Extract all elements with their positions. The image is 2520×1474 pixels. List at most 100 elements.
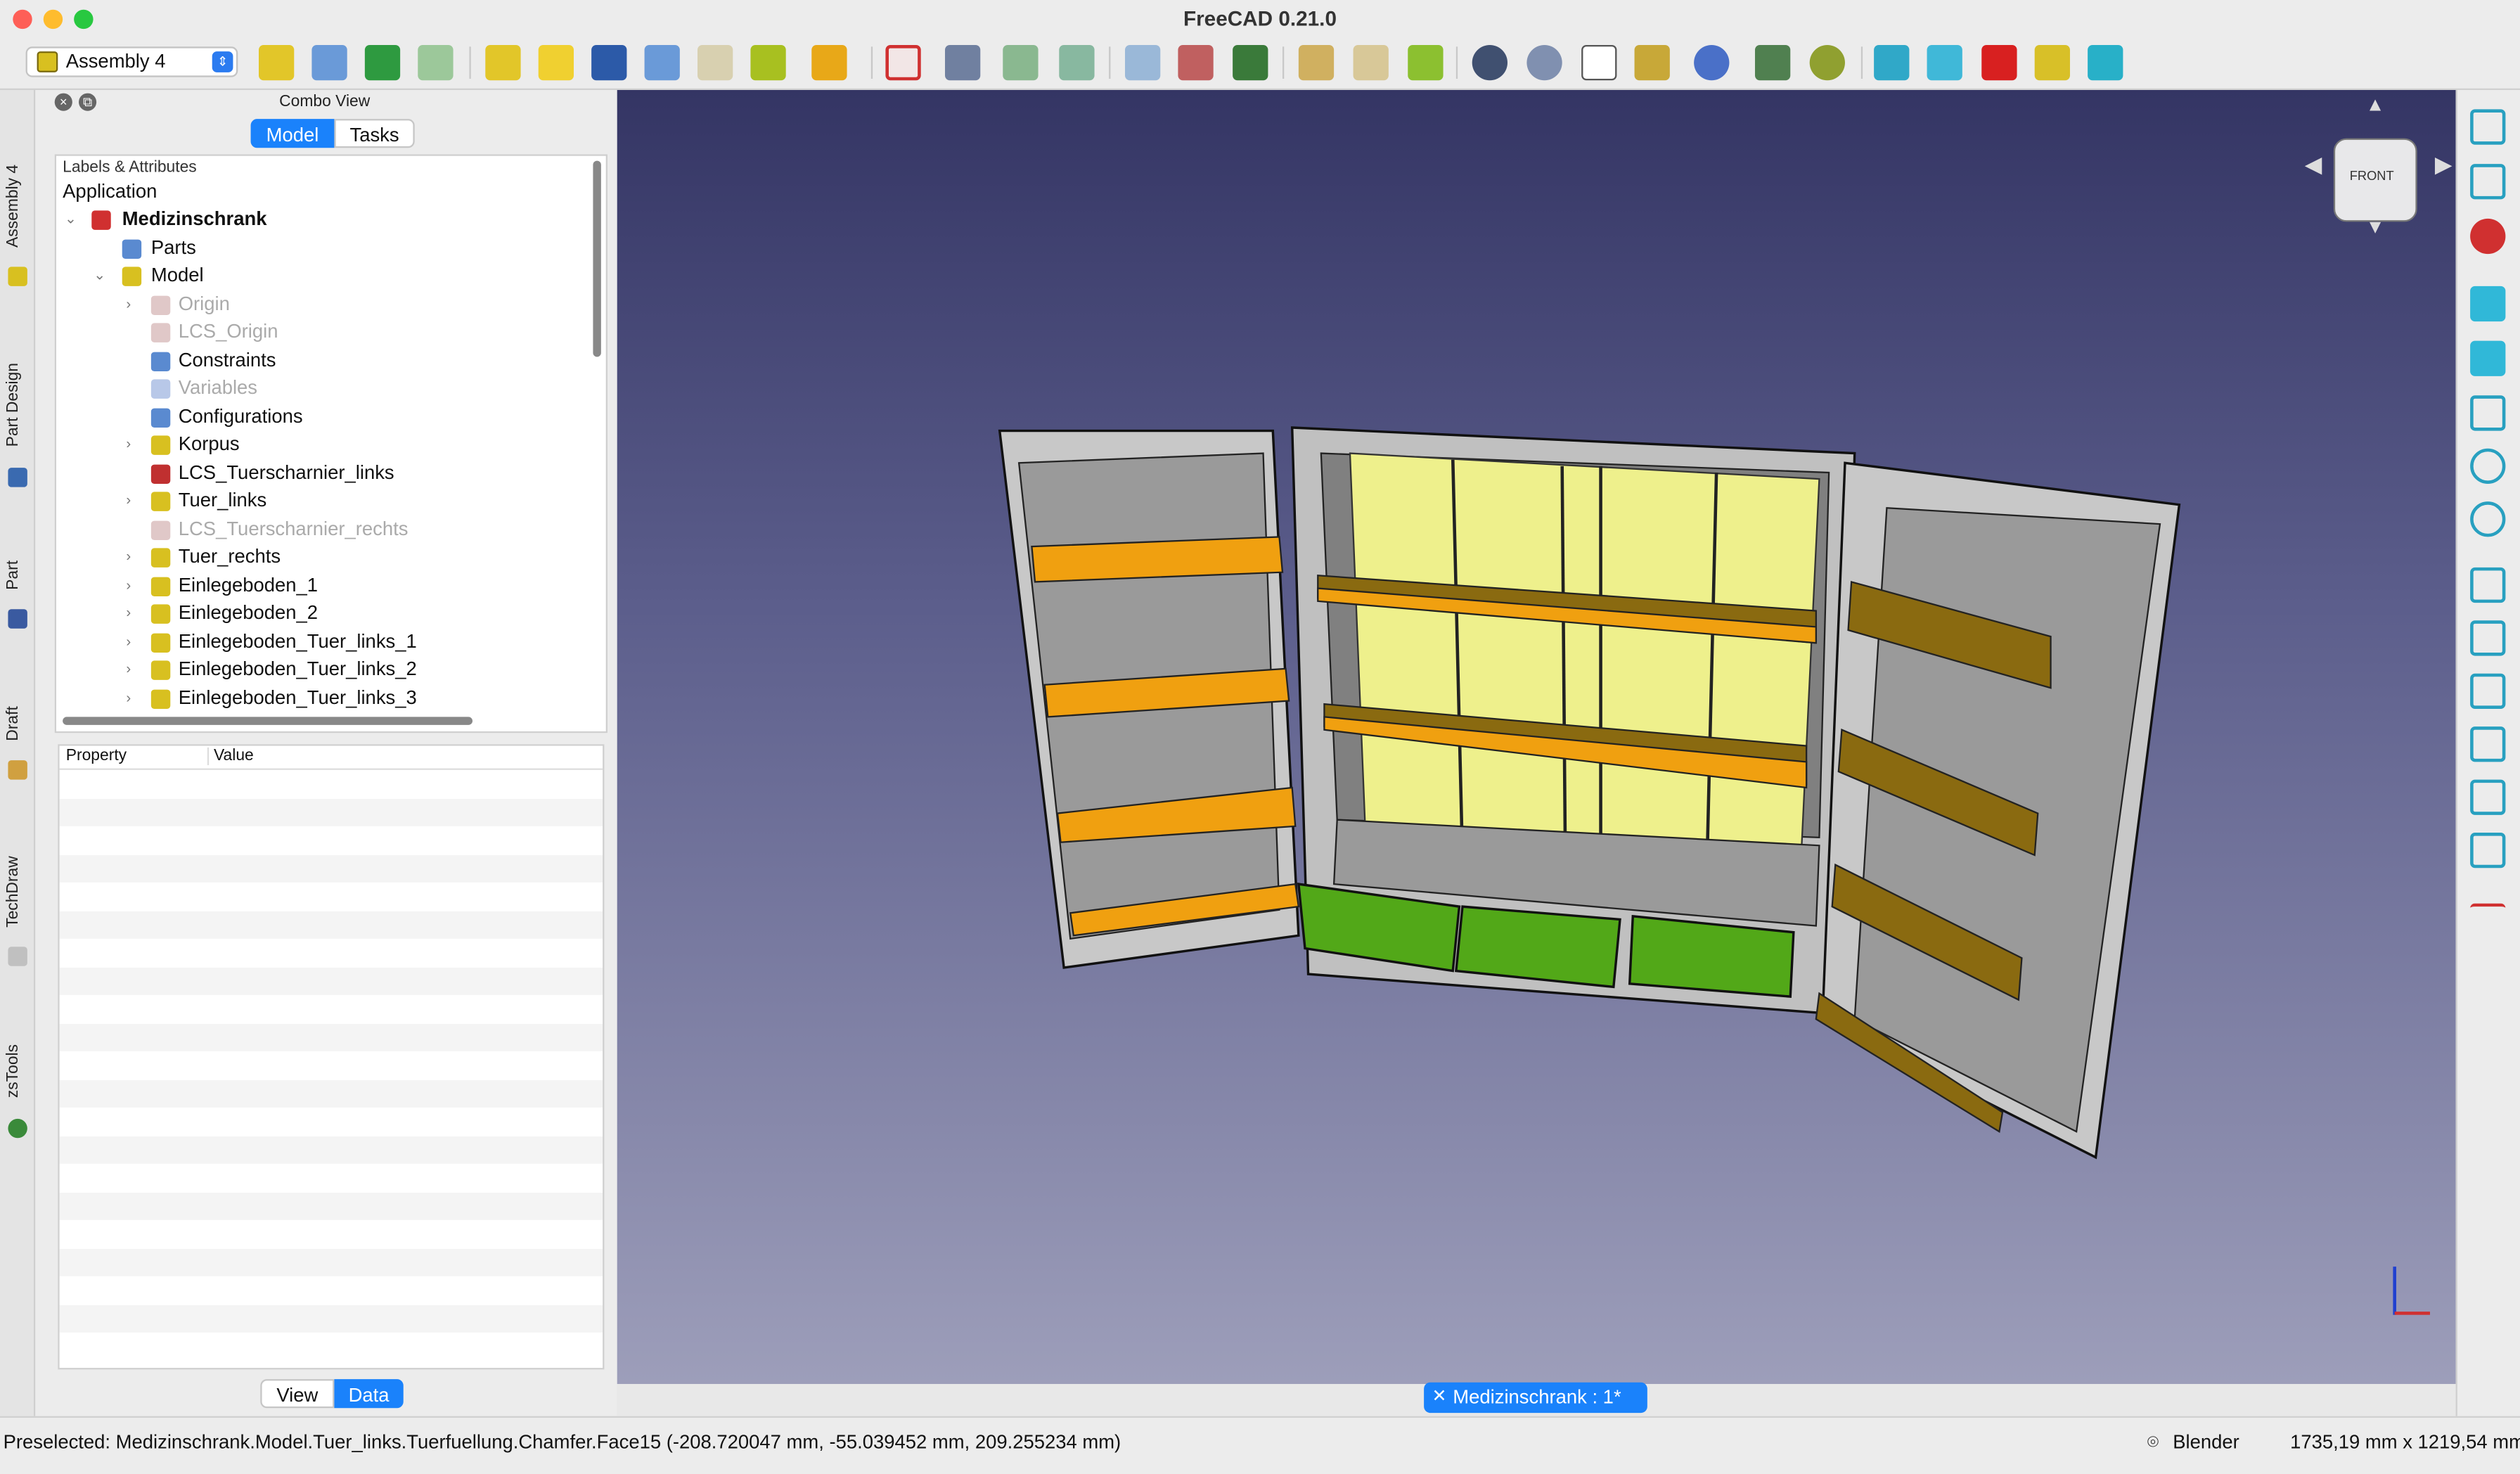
- float-icon[interactable]: ⧉: [78, 93, 97, 111]
- lcs-icon: [150, 464, 171, 484]
- tree-vertical-scrollbar[interactable]: [593, 160, 601, 357]
- view-trimetric-icon[interactable]: [2470, 501, 2506, 537]
- insert-link-icon[interactable]: [364, 44, 401, 81]
- mirror-icon[interactable]: [1298, 44, 1335, 81]
- close-window-button[interactable]: [13, 9, 32, 30]
- new-part-icon[interactable]: [485, 44, 521, 81]
- parts-list-icon[interactable]: [1581, 44, 1617, 81]
- tree-item-variables[interactable]: Variables: [56, 375, 590, 402]
- tree-item-einlegeboden-tuer-links-1[interactable]: › Einlegeboden_Tuer_links_1: [56, 629, 590, 656]
- view-green-cube-icon[interactable]: [2088, 44, 2123, 81]
- new-folder-icon[interactable]: [311, 44, 347, 81]
- tree-horizontal-scrollbar[interactable]: [63, 717, 472, 725]
- tab-techdraw[interactable]: TechDraw: [0, 789, 35, 966]
- view-dimetric-icon[interactable]: [2470, 448, 2506, 484]
- view-front-icon[interactable]: [2470, 340, 2506, 376]
- view-group-icon[interactable]: [2034, 44, 2070, 81]
- tree-item-configurations[interactable]: Configurations: [56, 404, 590, 431]
- view-red-cube-icon[interactable]: [1981, 44, 2017, 81]
- minimize-window-button[interactable]: [43, 9, 63, 30]
- tree-item-lcs-tuerscharnier-rechts[interactable]: LCS_Tuerscharnier_rechts: [56, 516, 590, 544]
- tree-item-einlegeboden-tuer-links-3[interactable]: › Einlegeboden_Tuer_links_3: [56, 685, 590, 712]
- solver-icon[interactable]: [1233, 44, 1268, 81]
- view-right-icon[interactable]: [2470, 567, 2506, 603]
- tree-item-medizinschrank[interactable]: ⌄ Medizinschrank: [56, 206, 590, 233]
- close-icon[interactable]: ×: [54, 93, 72, 111]
- tree-item-lcs-tuerscharnier-links[interactable]: LCS_Tuerscharnier_links: [56, 460, 590, 487]
- measure-distance-icon[interactable]: [2470, 903, 2506, 939]
- tab-view[interactable]: View: [260, 1379, 335, 1409]
- rotate-up-arrow-icon[interactable]: ▲: [2366, 94, 2385, 116]
- tree-item-einlegeboden-tuer-links-2[interactable]: › Einlegeboden_Tuer_links_2: [56, 656, 590, 684]
- group-folder-icon[interactable]: [644, 44, 680, 81]
- tree-item-model[interactable]: ⌄ Model: [56, 262, 590, 290]
- view-isometric-icon[interactable]: [2470, 286, 2506, 322]
- new-body-icon[interactable]: [538, 44, 574, 81]
- property-editor[interactable]: Property Value: [58, 744, 605, 1370]
- rotate-right-arrow-icon[interactable]: ▶: [2435, 151, 2452, 179]
- tab-part[interactable]: Part: [0, 500, 35, 645]
- shape-binder-icon[interactable]: [1059, 44, 1095, 81]
- move-part-icon[interactable]: [1124, 44, 1161, 81]
- tree-item-constraints[interactable]: Constraints: [56, 347, 590, 375]
- tree-item-tuer-rechts[interactable]: › Tuer_rechts: [56, 544, 590, 571]
- cabinet-model[interactable]: [617, 90, 2456, 1384]
- add-variable-icon[interactable]: [1694, 44, 1730, 81]
- view-left-icon[interactable]: [2470, 726, 2506, 762]
- navigation-style[interactable]: Blender: [2173, 1430, 2239, 1453]
- fit-all-icon[interactable]: [2470, 164, 2506, 200]
- view-section-icon[interactable]: [2470, 832, 2506, 869]
- datum-object-icon[interactable]: [885, 44, 921, 81]
- view-rear-icon[interactable]: [2470, 620, 2506, 656]
- lcs-dropdown-icon[interactable]: [811, 44, 847, 81]
- configuration-gear-icon[interactable]: [1809, 44, 1845, 81]
- part-icon: [150, 548, 171, 568]
- tab-assembly-4[interactable]: Assembly 4: [0, 90, 35, 299]
- animate-icon[interactable]: [1754, 44, 1791, 81]
- view-bottom-icon[interactable]: [2470, 673, 2506, 709]
- view-front-icon[interactable]: [1874, 44, 1910, 81]
- zoom-window-button[interactable]: [74, 9, 94, 30]
- chevron-down-icon: ⌄: [64, 210, 77, 227]
- draw-style-icon[interactable]: [2470, 218, 2506, 255]
- document-tab[interactable]: ✕ Medizinschrank : 1*: [1424, 1382, 1647, 1414]
- new-model-icon[interactable]: [258, 44, 295, 81]
- workbench-selector[interactable]: Assembly 4 ⇕: [25, 46, 238, 77]
- tree-item-einlegeboden-1[interactable]: › Einlegeboden_1: [56, 572, 590, 600]
- circular-array-icon[interactable]: [1353, 44, 1389, 81]
- tree-item-origin[interactable]: › Origin: [56, 291, 590, 319]
- tab-part-design[interactable]: Part Design: [0, 299, 35, 500]
- tree-item-einlegeboden-2[interactable]: › Einlegeboden_2: [56, 600, 590, 627]
- release-part-icon[interactable]: [1178, 44, 1214, 81]
- axes-dropdown-icon[interactable]: [944, 44, 981, 81]
- home-icon[interactable]: [2470, 109, 2506, 145]
- tree-item-parts[interactable]: Parts: [56, 235, 590, 262]
- tab-model[interactable]: Model: [250, 119, 335, 148]
- measure-icon[interactable]: [1634, 44, 1670, 81]
- tab-data[interactable]: Data: [334, 1379, 404, 1409]
- view-top-icon[interactable]: [2470, 395, 2506, 431]
- rotate-left-arrow-icon[interactable]: ◀: [2305, 151, 2322, 179]
- new-solid-icon[interactable]: [591, 44, 627, 81]
- tab-draft[interactable]: Draft: [0, 645, 35, 790]
- add-variant-icon[interactable]: [697, 44, 733, 81]
- tree-item-application[interactable]: Application: [56, 179, 590, 206]
- tree-item-tuer-links[interactable]: › Tuer_links: [56, 487, 590, 515]
- sketch-attach-icon[interactable]: [1003, 44, 1039, 81]
- expression-icon[interactable]: [1408, 44, 1444, 81]
- tree-item-korpus[interactable]: › Korpus: [56, 431, 590, 459]
- show-hide-icon[interactable]: [1472, 44, 1508, 81]
- tree-item-lcs-origin[interactable]: LCS_Origin: [56, 319, 590, 346]
- view-iso-icon[interactable]: [1927, 44, 1962, 81]
- insert-link-disabled-icon[interactable]: [418, 44, 454, 81]
- rotate-down-arrow-icon[interactable]: ▼: [2366, 215, 2385, 238]
- hide-lcs-icon[interactable]: [1526, 44, 1562, 81]
- model-tree[interactable]: Labels & Attributes Application ⌄ Medizin…: [54, 154, 608, 733]
- close-icon[interactable]: ✕: [1432, 1383, 1447, 1413]
- 3d-viewport[interactable]: FRONT ◀ ▶ ▲ ▼: [617, 89, 2456, 1384]
- place-link-icon[interactable]: [750, 44, 786, 81]
- navigation-cube[interactable]: FRONT: [2333, 138, 2417, 222]
- tab-zstools[interactable]: zsTools: [0, 966, 35, 1159]
- tab-tasks[interactable]: Tasks: [334, 119, 415, 148]
- view-box-icon[interactable]: [2470, 779, 2506, 815]
